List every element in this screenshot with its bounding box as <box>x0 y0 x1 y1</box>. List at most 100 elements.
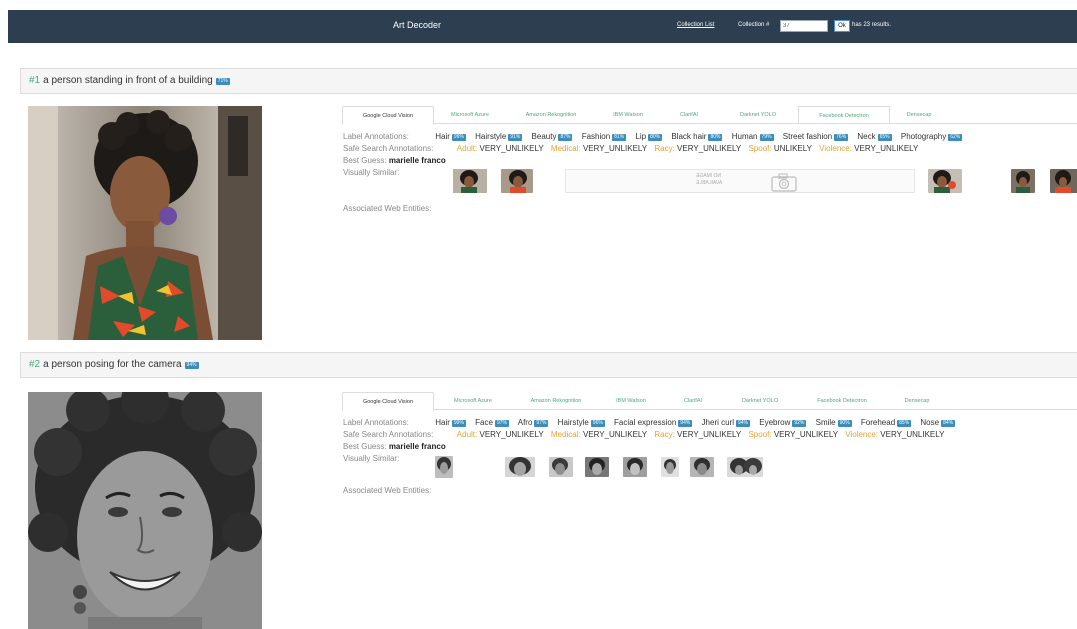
result-number: #1 <box>29 75 41 86</box>
safe-search-value: VERY_UNLIKELY <box>880 430 945 439</box>
similar-thumbnail[interactable] <box>585 457 609 477</box>
result-number: #2 <box>29 359 41 370</box>
tab-darknet-yolo[interactable]: Darknet YOLO <box>718 106 798 124</box>
label-annotation: Hairstyle 96% <box>557 418 605 427</box>
service-tabs: Google Cloud Vision Microsoft Azure Amaz… <box>342 392 1077 411</box>
label-annotations-row: Label Annotations: Hair 99% Hairstyle 91% … <box>343 131 1077 143</box>
safe-search-value: VERY_UNLIKELY <box>479 144 544 153</box>
safe-search-key: Medical: <box>550 430 581 439</box>
best-guess-label: Best Guess: <box>343 442 387 451</box>
label-annotation: Fashion 81% <box>581 132 627 141</box>
similar-thumbnail[interactable] <box>505 457 535 477</box>
safe-search-key: Violence: <box>845 430 879 439</box>
safe-search-label: Safe Search Annotations: <box>343 430 434 439</box>
label-annotation: Hairstyle 91% <box>475 132 523 141</box>
collection-number-label: Collection # <box>738 22 770 28</box>
similar-thumbnail[interactable] <box>435 456 453 478</box>
safe-search-row: Safe Search Annotations: Adult: VERY_UNL… <box>343 429 1077 441</box>
similar-thumbnail[interactable] <box>453 169 487 193</box>
safe-search-label: Safe Search Annotations: <box>343 144 434 153</box>
top-navbar: Art Decoder Collection List Collection #… <box>8 10 1077 43</box>
label-annotation: Neck 65% <box>857 132 892 141</box>
result-caption: a person standing in front of a building <box>43 75 213 86</box>
camera-icon <box>771 173 797 192</box>
result-card: #1 a person standing in front of a buildi… <box>20 68 1077 350</box>
label-annotation: Forehead 85% <box>860 418 912 427</box>
safe-search-key: Racy: <box>654 144 675 153</box>
best-guess-value: marielle franco <box>388 156 446 165</box>
app-title: Art Decoder <box>393 20 442 30</box>
tab-ibm-watson[interactable]: IBM Watson <box>596 106 660 124</box>
collection-list-link[interactable]: Collection List <box>677 22 714 28</box>
result-card: #2 a person posing for the camera 94% Goog… <box>20 352 1077 629</box>
tab-amazon-rekognition[interactable]: Amazon Rekognition <box>512 392 600 410</box>
label-annotation: Lip 80% <box>635 132 663 141</box>
similar-thumbnail[interactable] <box>1011 169 1035 193</box>
web-entities-row: Associated Web Entities: <box>343 485 1077 497</box>
safe-search-row: Safe Search Annotations: Adult: VERY_UNL… <box>343 143 1077 155</box>
safe-search-value: VERY_UNLIKELY <box>582 430 648 439</box>
safe-search-value: VERY_UNLIKELY <box>773 430 839 439</box>
label-annotation: Human 79% <box>731 132 774 141</box>
tab-microsoft-azure[interactable]: Microsoft Azure <box>434 106 506 124</box>
confidence-badge: 94% <box>184 362 199 369</box>
label-annotation: Black hair 80% <box>671 132 723 141</box>
similar-thumbnail[interactable] <box>928 169 962 193</box>
similar-thumbnail[interactable] <box>1050 169 1077 193</box>
tab-facebook-detectron[interactable]: Facebook Detectron <box>796 392 888 410</box>
safe-search-value: VERY_UNLIKELY <box>677 430 742 439</box>
tab-amazon-rekognition[interactable]: Amazon Rekognition <box>506 106 596 124</box>
label-annotation: Street fashion 76% <box>782 132 849 141</box>
tab-google-cloud-vision[interactable]: Google Cloud Vision <box>342 106 434 125</box>
tab-darknet-yolo[interactable]: Darknet YOLO <box>724 392 796 410</box>
ok-button[interactable]: Ok <box>834 20 850 32</box>
tab-clarifai[interactable]: ClarifAI <box>660 106 718 124</box>
visually-similar-label: Visually Similar: <box>343 168 400 177</box>
label-annotations-row: Label Annotations: Hair 99% Face 97% Afro 9… <box>343 417 1077 429</box>
service-tabs: Google Cloud Vision Microsoft Azure Amaz… <box>342 106 1077 125</box>
label-annotation: Afro 97% <box>517 418 549 427</box>
label-annotation: Facial expression 94% <box>614 418 693 427</box>
best-guess-value: marielle franco <box>388 442 446 451</box>
no-image-text: NO IMAGE <box>696 173 722 179</box>
tab-densecap[interactable]: Densecap <box>888 392 946 410</box>
result-caption: a person posing for the camera <box>43 359 182 370</box>
web-entities-label: Associated Web Entities: <box>343 486 432 495</box>
result-photo <box>28 392 262 629</box>
similar-thumbnail[interactable] <box>623 457 647 477</box>
similar-thumbnail[interactable] <box>661 457 679 477</box>
safe-search-key: Spoof: <box>748 430 772 439</box>
label-annotation: Hair 99% <box>435 132 466 141</box>
similar-thumbnail[interactable] <box>727 457 763 477</box>
safe-search-key: Medical: <box>550 144 581 153</box>
tab-densecap[interactable]: Densecap <box>890 106 948 124</box>
best-guess-row: Best Guess: marielle franco <box>343 155 1077 167</box>
web-entities-row: Associated Web Entities: <box>343 203 1077 215</box>
visually-similar-row: Visually Similar: <box>343 453 1077 485</box>
similar-thumbnail[interactable] <box>690 457 714 477</box>
results-count: has 23 results. <box>852 22 892 28</box>
best-guess-row: Best Guess: marielle franco <box>343 441 1077 453</box>
best-guess-label: Best Guess: <box>343 156 387 165</box>
no-image-text: AVAILABLE <box>696 180 723 186</box>
safe-search-value: VERY_UNLIKELY <box>582 144 648 153</box>
similar-thumbnail[interactable] <box>549 457 573 477</box>
safe-search-value: UNLIKELY <box>773 144 812 153</box>
safe-search-key: Spoof: <box>748 144 772 153</box>
label-annotation: Smile 90% <box>815 418 852 427</box>
collection-number-input[interactable] <box>780 20 828 32</box>
tab-clarifai[interactable]: ClarifAI <box>662 392 724 410</box>
annotations-panel: Label Annotations: Hair 99% Face 97% Afro 9… <box>343 417 1077 497</box>
safe-search-value: VERY_UNLIKELY <box>479 430 544 439</box>
safe-search-key: Violence: <box>819 144 852 153</box>
tab-facebook-detectron[interactable]: Facebook Detectron <box>798 106 890 124</box>
similar-thumbnail[interactable] <box>501 169 533 193</box>
safe-search-key: Adult: <box>456 430 478 439</box>
tab-microsoft-azure[interactable]: Microsoft Azure <box>434 392 512 410</box>
result-header: #1 a person standing in front of a buildi… <box>20 68 1077 94</box>
tab-google-cloud-vision[interactable]: Google Cloud Vision <box>342 392 434 411</box>
label-annotation: Nose 84% <box>920 418 956 427</box>
label-annotation: Beauty 87% <box>531 132 573 141</box>
annotations-panel: Label Annotations: Hair 99% Hairstyle 91% … <box>343 131 1077 215</box>
tab-ibm-watson[interactable]: IBM Watson <box>600 392 662 410</box>
